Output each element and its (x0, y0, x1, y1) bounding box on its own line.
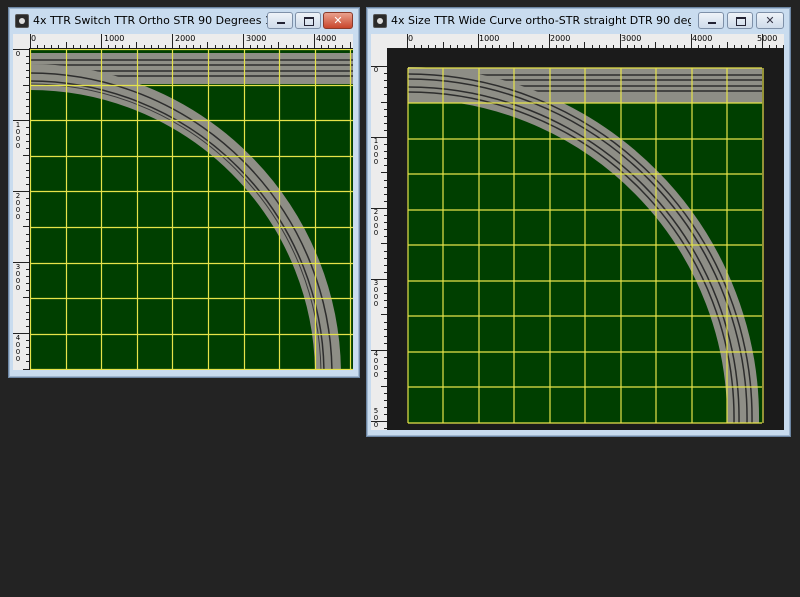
ruler-label: 2 0 0 0 (373, 208, 379, 237)
maximize-button[interactable] (295, 12, 321, 29)
track-layout-drawing (30, 49, 353, 370)
terrain-fill (30, 49, 353, 370)
app-icon[interactable] (373, 14, 387, 28)
horizontal-ruler[interactable]: 0 1000 2000 3000 4000 5000 (387, 34, 784, 48)
maximize-icon (296, 13, 320, 28)
ruler-label: 4000 (692, 34, 713, 43)
maximize-button[interactable] (727, 12, 753, 29)
minimize-icon (699, 13, 723, 28)
close-button[interactable]: ✕ (756, 12, 784, 29)
app-icon[interactable] (15, 14, 29, 28)
ruler-label: 0 (15, 50, 21, 58)
maximize-icon (728, 13, 752, 28)
ruler-label: 0 (408, 34, 414, 43)
window-wide-curve[interactable]: 4x Size TTR Wide Curve ortho-STR straigh… (366, 7, 791, 437)
minimize-icon (268, 13, 292, 28)
ruler-label: 2000 (550, 34, 571, 43)
editor-client-area: 0 1000 2000 3000 4000 0 1 0 0 0 2 0 0 0 … (13, 34, 353, 370)
ruler-label: 4 0 0 0 (15, 334, 21, 363)
track-canvas[interactable] (387, 48, 784, 430)
ruler-label: 1 0 0 0 (15, 121, 21, 150)
title-bar[interactable]: 4x Size TTR Wide Curve ortho-STR straigh… (367, 8, 790, 34)
close-icon: ✕ (333, 14, 343, 27)
ruler-label: 1 0 0 0 (373, 137, 379, 166)
ruler-label: 3 0 0 0 (15, 263, 21, 292)
ruler-label: 3000 (246, 34, 267, 43)
horizontal-ruler[interactable]: 0 1000 2000 3000 4000 (29, 34, 353, 48)
ruler-label: 5 0 0 (373, 407, 379, 429)
ruler-label: 0 (31, 34, 37, 43)
horizontal-ruler-ticks (407, 34, 784, 48)
ruler-label: 5000 (757, 34, 778, 43)
ruler-label: 2000 (175, 34, 196, 43)
close-button[interactable]: ✕ (323, 12, 353, 29)
vertical-ruler[interactable]: 0 1 0 0 0 2 0 0 0 3 0 0 0 4 0 0 0 (13, 48, 29, 370)
minimize-button[interactable] (267, 12, 293, 29)
vertical-ruler[interactable]: 0 1 0 0 0 2 0 0 0 3 0 0 0 4 0 0 0 5 0 0 (371, 48, 387, 430)
ruler-label: 4 0 0 0 (373, 350, 379, 379)
close-icon: ✕ (765, 14, 775, 27)
window-title: 4x TTR Switch TTR Ortho STR 90 Degrees 1… (33, 14, 271, 27)
ruler-label: 0 (373, 66, 379, 74)
ruler-corner (13, 34, 29, 48)
minimize-button[interactable] (698, 12, 724, 29)
ruler-label: 3 0 0 0 (373, 279, 379, 308)
ruler-label: 2 0 0 0 (15, 192, 21, 221)
window-title: 4x Size TTR Wide Curve ortho-STR straigh… (391, 14, 691, 27)
ruler-label: 1000 (104, 34, 125, 43)
window-switch-ortho[interactable]: 4x TTR Switch TTR Ortho STR 90 Degrees 1… (8, 7, 360, 378)
ruler-label: 3000 (621, 34, 642, 43)
track-layout-drawing (407, 67, 764, 424)
ruler-label: 1000 (479, 34, 500, 43)
editor-client-area: 0 1000 2000 3000 4000 5000 0 1 0 0 0 2 0… (371, 34, 784, 430)
ruler-corner (371, 34, 387, 48)
track-canvas[interactable] (30, 49, 353, 370)
title-bar[interactable]: 4x TTR Switch TTR Ortho STR 90 Degrees 1… (9, 8, 359, 34)
ruler-label: 4000 (316, 34, 337, 43)
